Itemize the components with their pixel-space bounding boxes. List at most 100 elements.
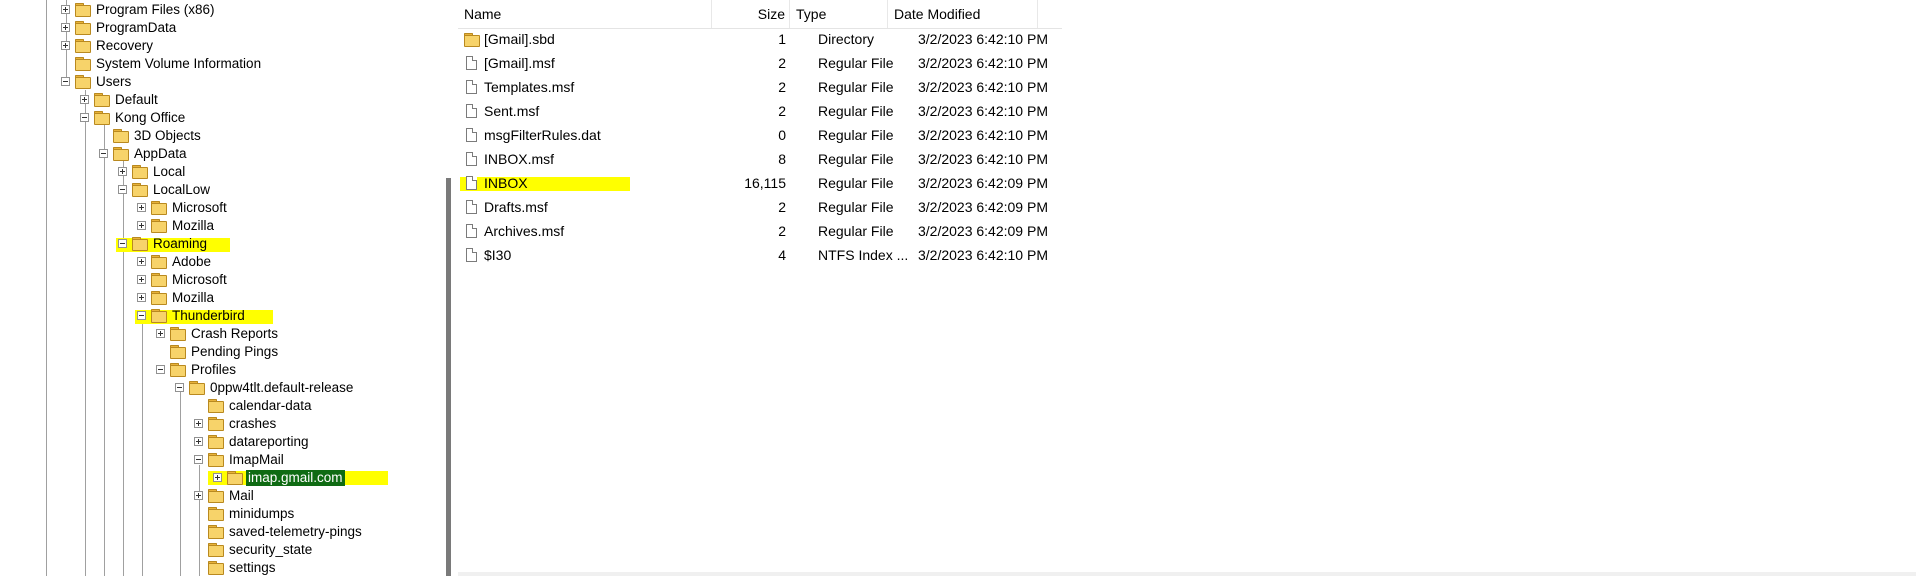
expand-icon[interactable] xyxy=(137,203,146,212)
expand-icon[interactable] xyxy=(80,95,89,104)
expand-icon[interactable] xyxy=(213,473,222,482)
column-header-modified[interactable]: Date Modified xyxy=(888,0,1038,28)
collapse-icon[interactable] xyxy=(175,383,184,392)
column-header-size[interactable]: Size xyxy=(712,0,790,28)
tree-node[interactable]: Microsoft xyxy=(0,271,446,289)
file-list[interactable]: Name Size Type Date Modified [Gmail].sbd… xyxy=(458,0,1916,576)
tree-node[interactable]: minidumps xyxy=(0,505,446,523)
folder-icon xyxy=(189,381,205,395)
tree-node[interactable]: crashes xyxy=(0,415,446,433)
folder-tree[interactable]: Program Files (x86) ProgramData Recovery… xyxy=(0,0,446,576)
expand-icon[interactable] xyxy=(137,293,146,302)
list-row[interactable]: $I30 4 NTFS Index ... 3/2/2023 6:42:10 P… xyxy=(458,243,1062,267)
list-row[interactable]: Templates.msf 2 Regular File 3/2/2023 6:… xyxy=(458,75,1062,99)
file-name: [Gmail].sbd xyxy=(484,31,555,47)
file-icon xyxy=(466,104,477,118)
tree-node[interactable]: Mozilla xyxy=(0,217,446,235)
tree-node[interactable]: Adobe xyxy=(0,253,446,271)
tree-node[interactable]: ImapMail xyxy=(0,451,446,469)
collapse-icon[interactable] xyxy=(156,365,165,374)
list-row[interactable]: Drafts.msf 2 Regular File 3/2/2023 6:42:… xyxy=(458,195,1062,219)
collapse-icon[interactable] xyxy=(80,113,89,122)
tree-node[interactable]: Default xyxy=(0,91,446,109)
tree-node[interactable]: Crash Reports xyxy=(0,325,446,343)
tree-node[interactable]: System Volume Information xyxy=(0,55,446,73)
tree-node-label: Microsoft xyxy=(172,200,227,215)
column-header-name[interactable]: Name xyxy=(458,0,712,28)
tree-node-label-selected: imap.gmail.com xyxy=(246,470,345,486)
tree-node[interactable]: Profiles xyxy=(0,361,446,379)
file-modified: 3/2/2023 6:42:10 PM xyxy=(918,79,1048,95)
file-name: Templates.msf xyxy=(484,79,575,95)
expand-icon[interactable] xyxy=(137,275,146,284)
folder-icon xyxy=(208,525,224,539)
file-modified: 3/2/2023 6:42:10 PM xyxy=(918,127,1048,143)
expand-icon[interactable] xyxy=(61,41,70,50)
folder-icon xyxy=(113,129,129,143)
tree-node[interactable]: security_state xyxy=(0,541,446,559)
tree-node[interactable]: calendar-data xyxy=(0,397,446,415)
file-modified: 3/2/2023 6:42:09 PM xyxy=(918,199,1048,215)
folder-icon xyxy=(170,363,186,377)
expand-icon[interactable] xyxy=(61,23,70,32)
column-header-type[interactable]: Type xyxy=(790,0,888,28)
tree-node[interactable]: Pending Pings xyxy=(0,343,446,361)
tree-node[interactable]: Microsoft xyxy=(0,199,446,217)
tree-node[interactable]: Roaming xyxy=(0,235,446,253)
file-type: Regular File xyxy=(818,79,894,95)
collapse-icon[interactable] xyxy=(194,455,203,464)
file-modified: 3/2/2023 6:42:09 PM xyxy=(918,175,1048,191)
tree-node[interactable]: Users xyxy=(0,73,446,91)
tree-node[interactable]: Program Files (x86) xyxy=(0,1,446,19)
tree-node[interactable]: Kong Office xyxy=(0,109,446,127)
collapse-icon[interactable] xyxy=(137,311,146,320)
folder-icon xyxy=(151,273,167,287)
tree-node[interactable]: imap.gmail.com xyxy=(0,469,446,487)
tree-node[interactable]: AppData xyxy=(0,145,446,163)
list-row[interactable]: Sent.msf 2 Regular File 3/2/2023 6:42:10… xyxy=(458,99,1062,123)
tree-node-label: Crash Reports xyxy=(191,326,279,341)
tree-node-label: 3D Objects xyxy=(134,128,201,143)
expand-icon[interactable] xyxy=(137,221,146,230)
tree-node[interactable]: Thunderbird xyxy=(0,307,446,325)
tree-node[interactable]: settings xyxy=(0,559,446,576)
tree-node[interactable]: ProgramData xyxy=(0,19,446,37)
tree-node[interactable]: 0ppw4tlt.default-release xyxy=(0,379,446,397)
tree-node[interactable]: Local xyxy=(0,163,446,181)
list-row[interactable]: INBOX.msf 8 Regular File 3/2/2023 6:42:1… xyxy=(458,147,1062,171)
collapse-icon[interactable] xyxy=(118,239,127,248)
tree-node[interactable]: LocalLow xyxy=(0,181,446,199)
list-row[interactable]: Archives.msf 2 Regular File 3/2/2023 6:4… xyxy=(458,219,1062,243)
expand-icon[interactable] xyxy=(156,329,165,338)
tree-node-label: Roaming xyxy=(153,236,208,251)
tree-node[interactable]: 3D Objects xyxy=(0,127,446,145)
file-name: $I30 xyxy=(484,247,512,263)
list-row[interactable]: [Gmail].sbd 1 Directory 3/2/2023 6:42:10… xyxy=(458,27,1062,51)
tree-node[interactable]: Recovery xyxy=(0,37,446,55)
list-row[interactable]: INBOX 16,115 Regular File 3/2/2023 6:42:… xyxy=(458,171,1062,195)
folder-icon xyxy=(208,507,224,521)
folder-icon xyxy=(94,111,110,125)
tree-node[interactable]: datareporting xyxy=(0,433,446,451)
tree-node[interactable]: Mail xyxy=(0,487,446,505)
file-size: 1 xyxy=(778,31,786,47)
tree-node[interactable]: saved-telemetry-pings xyxy=(0,523,446,541)
list-row[interactable]: [Gmail].msf 2 Regular File 3/2/2023 6:42… xyxy=(458,51,1062,75)
collapse-icon[interactable] xyxy=(61,77,70,86)
collapse-icon[interactable] xyxy=(118,185,127,194)
collapse-icon[interactable] xyxy=(99,149,108,158)
tree-scrollbar-thumb[interactable] xyxy=(446,178,451,576)
tree-node-label: Mozilla xyxy=(172,290,215,305)
tree-node-label: calendar-data xyxy=(229,398,312,413)
list-row[interactable]: msgFilterRules.dat 0 Regular File 3/2/20… xyxy=(458,123,1062,147)
expand-icon[interactable] xyxy=(194,419,203,428)
expand-icon[interactable] xyxy=(137,257,146,266)
tree-node[interactable]: Mozilla xyxy=(0,289,446,307)
folder-icon xyxy=(208,561,224,575)
file-name: [Gmail].msf xyxy=(484,55,555,71)
folder-icon xyxy=(132,237,148,251)
expand-icon[interactable] xyxy=(61,5,70,14)
expand-icon[interactable] xyxy=(194,437,203,446)
expand-icon[interactable] xyxy=(194,491,203,500)
expand-icon[interactable] xyxy=(118,167,127,176)
